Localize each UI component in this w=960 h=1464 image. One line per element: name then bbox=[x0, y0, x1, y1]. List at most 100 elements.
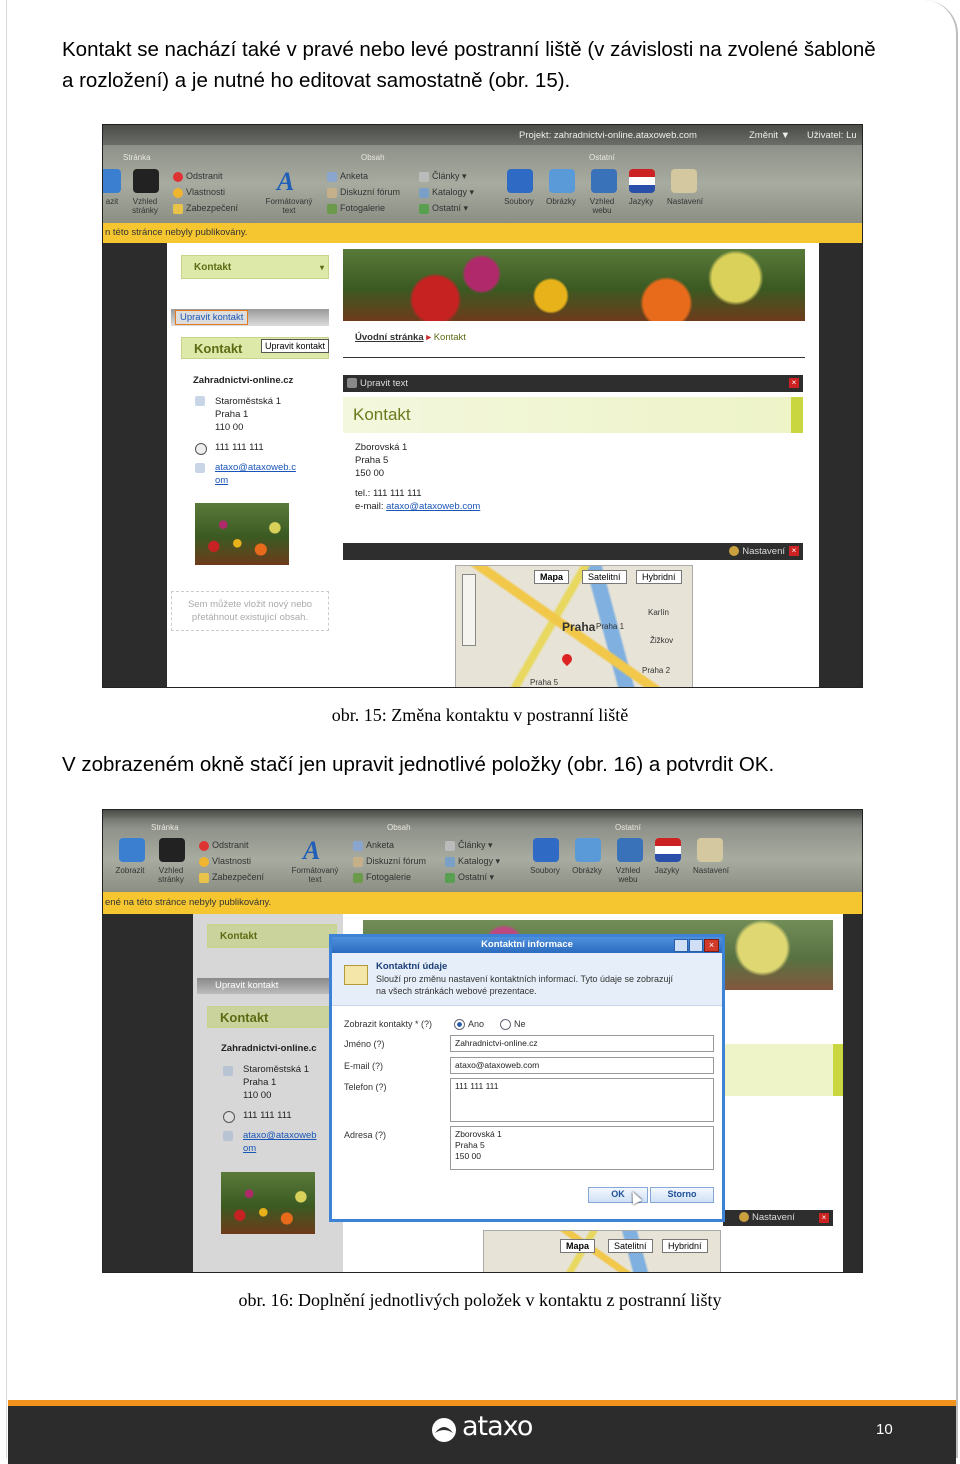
map-label-zizkov: Žižkov bbox=[650, 636, 674, 645]
images-icon[interactable] bbox=[575, 838, 601, 862]
radio-no[interactable] bbox=[500, 1019, 511, 1030]
google-map[interactable]: Mapa Satelitní Hybridní Praha Praha 1 Ka… bbox=[455, 565, 693, 687]
page-style-label[interactable]: Vzhled stránky bbox=[125, 197, 165, 215]
gallery-button[interactable]: Fotogalerie bbox=[327, 203, 385, 214]
other-content-button[interactable]: Ostatní ▾ bbox=[445, 872, 494, 883]
forum-icon bbox=[327, 187, 337, 198]
settings-button[interactable]: Nastavení bbox=[687, 866, 735, 875]
edit-contact-button[interactable]: Upravit kontakt bbox=[175, 310, 249, 325]
address-field[interactable]: Zborovská 1 Praha 5 150 00 bbox=[450, 1126, 714, 1170]
delete-page-button[interactable]: Odstranit bbox=[173, 171, 223, 182]
header-flower-photo bbox=[343, 249, 805, 321]
formatted-text-button[interactable]: Formátovaný text bbox=[259, 197, 319, 215]
cms-toolbar: Projekt: zahradnictvi-online.ataxoweb.co… bbox=[103, 125, 862, 223]
email-label: E-mail (?) bbox=[344, 1061, 384, 1071]
images-button[interactable]: Obrázky bbox=[565, 866, 609, 875]
page-security-button[interactable]: Zabezpečení bbox=[199, 872, 264, 883]
web-style-icon[interactable] bbox=[591, 169, 617, 193]
web-style-icon[interactable] bbox=[617, 838, 643, 862]
sidebar-email[interactable]: ataxo@ataxoweb.c om bbox=[215, 461, 296, 487]
edit-text-button[interactable]: Upravit text bbox=[347, 375, 408, 392]
map-settings-button[interactable]: Nastavení bbox=[739, 1210, 795, 1226]
show-contacts-label: Zobrazit kontakty * (?) bbox=[344, 1019, 433, 1029]
gear-icon bbox=[729, 546, 740, 557]
delete-page-button[interactable]: Odstranit bbox=[199, 840, 249, 851]
show-page-label[interactable]: azit bbox=[103, 197, 123, 206]
map-tab-hybridni[interactable]: Hybridní bbox=[636, 570, 682, 584]
map-zoom-control[interactable] bbox=[462, 574, 476, 646]
delete-icon bbox=[199, 840, 209, 851]
page-style-icon[interactable] bbox=[159, 838, 185, 862]
wrench-icon[interactable] bbox=[697, 838, 723, 862]
other-content-button[interactable]: Ostatní ▾ bbox=[419, 203, 468, 214]
close-icon[interactable]: × bbox=[789, 378, 799, 388]
web-style-button[interactable]: Vzhled webu bbox=[585, 197, 619, 215]
catalog-icon bbox=[419, 187, 429, 198]
web-style-button[interactable]: Vzhled webu bbox=[611, 866, 645, 884]
catalogs-button[interactable]: Katalogy ▾ bbox=[445, 856, 500, 867]
maximize-icon[interactable] bbox=[689, 939, 703, 952]
figure-2-caption: obr. 16: Doplnění jednotlivých položek v… bbox=[238, 1290, 722, 1310]
close-icon[interactable]: × bbox=[819, 1213, 829, 1223]
show-page-icon[interactable] bbox=[103, 169, 121, 193]
articles-button[interactable]: Články ▾ bbox=[419, 171, 467, 182]
map-tab-satelitni[interactable]: Satelitní bbox=[582, 570, 627, 584]
show-page-icon[interactable] bbox=[119, 838, 145, 862]
poll-button[interactable]: Anketa bbox=[353, 840, 394, 851]
map-tab-satelitni[interactable]: Satelitní bbox=[608, 1239, 653, 1253]
catalogs-button[interactable]: Katalogy ▾ bbox=[419, 187, 474, 198]
radio-yes[interactable] bbox=[454, 1019, 465, 1030]
drop-zone-hint[interactable]: Sem můžete vložit nový nebo přetáhnout e… bbox=[171, 591, 329, 631]
page-style-icon[interactable] bbox=[133, 169, 159, 193]
formatted-text-icon[interactable]: A bbox=[303, 836, 329, 865]
files-button[interactable]: Soubory bbox=[525, 866, 565, 875]
map-tab-mapa[interactable]: Mapa bbox=[560, 1239, 596, 1253]
map-tab-mapa[interactable]: Mapa bbox=[534, 570, 570, 584]
close-icon[interactable]: × bbox=[789, 546, 799, 556]
images-button[interactable]: Obrázky bbox=[539, 197, 583, 206]
email-field[interactable]: ataxo@ataxoweb.com bbox=[450, 1057, 714, 1074]
radio-no-label: Ne bbox=[514, 1019, 526, 1029]
page-style-label[interactable]: Vzhled stránky bbox=[151, 866, 191, 884]
sidebar-email[interactable]: ataxo@ataxoweb om bbox=[243, 1129, 317, 1155]
formatted-text-button[interactable]: Formátovaný text bbox=[285, 866, 345, 884]
formatted-text-icon[interactable]: A bbox=[277, 167, 303, 196]
close-icon[interactable]: × bbox=[704, 939, 719, 952]
poll-button[interactable]: Anketa bbox=[327, 171, 368, 182]
wrench-icon[interactable] bbox=[671, 169, 697, 193]
articles-button[interactable]: Články ▾ bbox=[445, 840, 493, 851]
gallery-button[interactable]: Fotogalerie bbox=[353, 872, 411, 883]
contact-info-dialog: Kontaktní informace × Kontaktní údaje Sl… bbox=[329, 934, 725, 1222]
edit-contact-bar[interactable]: Upravit kontakt bbox=[197, 978, 337, 994]
change-project-button[interactable]: Změnit ▼ bbox=[749, 130, 790, 141]
minimize-icon[interactable] bbox=[674, 939, 688, 952]
show-page-label[interactable]: Zobrazit bbox=[109, 866, 151, 875]
breadcrumb-home[interactable]: Úvodní stránka ▸ Kontakt bbox=[355, 331, 466, 344]
flag-icon[interactable] bbox=[655, 838, 681, 862]
name-field[interactable]: Zahradnictvi-online.cz bbox=[450, 1035, 714, 1052]
languages-button[interactable]: Jazyky bbox=[623, 197, 659, 206]
forum-button[interactable]: Diskuzní fórum bbox=[327, 187, 400, 198]
cancel-button[interactable]: Storno bbox=[650, 1187, 714, 1203]
edit-contact-tooltip: Upravit kontakt bbox=[261, 339, 330, 353]
page-properties-button[interactable]: Vlastnosti bbox=[199, 856, 251, 867]
flag-icon[interactable] bbox=[629, 169, 655, 193]
map-marker-icon[interactable] bbox=[559, 651, 575, 667]
phone-icon bbox=[195, 443, 207, 455]
settings-button[interactable]: Nastavení bbox=[661, 197, 709, 206]
map-label-praha: Praha bbox=[562, 620, 596, 634]
files-icon[interactable] bbox=[507, 169, 533, 193]
map-settings-button[interactable]: Nastavení bbox=[729, 543, 785, 560]
languages-button[interactable]: Jazyky bbox=[649, 866, 685, 875]
files-button[interactable]: Soubory bbox=[499, 197, 539, 206]
page-security-button[interactable]: Zabezpečení bbox=[173, 203, 238, 214]
contact-card-icon bbox=[344, 965, 368, 985]
address-label: Adresa (?) bbox=[344, 1130, 387, 1140]
google-map[interactable]: Mapa Satelitní Hybridní bbox=[483, 1230, 721, 1272]
phone-field[interactable]: 111 111 111 bbox=[450, 1078, 714, 1122]
files-icon[interactable] bbox=[533, 838, 559, 862]
map-tab-hybridni[interactable]: Hybridní bbox=[662, 1239, 708, 1253]
page-properties-button[interactable]: Vlastnosti bbox=[173, 187, 225, 198]
images-icon[interactable] bbox=[549, 169, 575, 193]
forum-button[interactable]: Diskuzní fórum bbox=[353, 856, 426, 867]
